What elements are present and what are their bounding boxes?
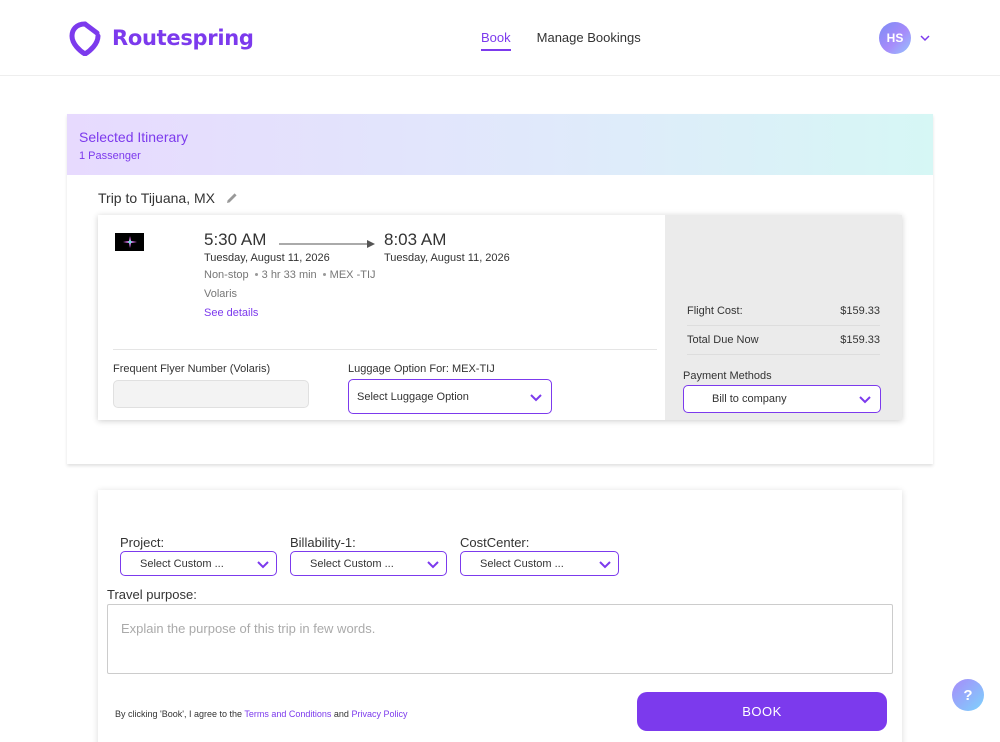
- chevron-down-icon: [599, 560, 611, 568]
- airline-logo-icon: [115, 233, 144, 251]
- terms-link[interactable]: Terms and Conditions: [244, 709, 331, 719]
- chevron-down-icon: [257, 560, 269, 568]
- flight-cost-row: Flight Cost: $159.33: [687, 297, 880, 326]
- flight-card: 5:30 AM Tuesday, August 11, 2026 8:03 AM…: [98, 215, 902, 420]
- depart-date: Tuesday, August 11, 2026: [204, 252, 330, 264]
- billability-select-value: Select Custom ...: [310, 557, 394, 570]
- total-due-row: Total Due Now $159.33: [687, 326, 880, 355]
- payment-method-select[interactable]: Bill to company: [683, 385, 881, 413]
- divider: [113, 349, 657, 350]
- costcenter-select-value: Select Custom ...: [480, 557, 564, 570]
- passenger-count: 1 Passenger: [79, 150, 141, 162]
- duration: 3 hr 33 min: [261, 269, 317, 281]
- flight-cost-label: Flight Cost:: [687, 305, 743, 317]
- airline-name: Volaris: [204, 288, 238, 300]
- total-due-value: $159.33: [840, 334, 880, 346]
- depart-time: 5:30 AM: [204, 230, 267, 249]
- flight-meta: Non-stop 3 hr 33 min MEX -TIJ: [204, 269, 376, 281]
- chevron-down-icon: [859, 396, 871, 404]
- flight-cost-value: $159.33: [840, 305, 880, 317]
- privacy-link[interactable]: Privacy Policy: [351, 709, 407, 719]
- booking-form-card: Project: Select Custom ... Billability-1…: [98, 490, 902, 742]
- luggage-select[interactable]: Select Luggage Option: [348, 379, 552, 414]
- chevron-down-icon: [920, 35, 930, 42]
- see-details-link[interactable]: See details: [204, 307, 258, 319]
- price-panel: Flight Cost: $159.33 Total Due Now $159.…: [665, 215, 902, 420]
- luggage-label: Luggage Option For: MEX-TIJ: [348, 363, 495, 375]
- stops: Non-stop: [204, 269, 249, 281]
- billability-select[interactable]: Select Custom ...: [290, 551, 447, 576]
- brand-logo[interactable]: Routespring: [68, 20, 254, 56]
- itinerary-header: Selected Itinerary 1 Passenger: [67, 114, 933, 175]
- brand-name: Routespring: [112, 26, 254, 50]
- chevron-down-icon: [427, 560, 439, 568]
- nav-book[interactable]: Book: [481, 30, 511, 51]
- user-menu[interactable]: HS: [879, 22, 931, 54]
- billability-label: Billability-1:: [290, 535, 356, 550]
- costcenter-select[interactable]: Select Custom ...: [460, 551, 619, 576]
- project-label: Project:: [120, 535, 165, 550]
- terms-prefix: By clicking 'Book', I agree to the: [115, 709, 243, 719]
- terms-text: By clicking 'Book', I agree to the Terms…: [115, 709, 407, 719]
- total-due-label: Total Due Now: [687, 334, 759, 346]
- help-icon[interactable]: ?: [952, 679, 984, 711]
- itinerary-card: Selected Itinerary 1 Passenger Trip to T…: [67, 114, 933, 464]
- costcenter-label: CostCenter:: [460, 535, 530, 550]
- payment-methods-label: Payment Methods: [683, 370, 772, 382]
- trip-title: Trip to Tijuana, MX: [98, 190, 239, 206]
- luggage-select-value: Select Luggage Option: [357, 390, 469, 403]
- trip-title-text: Trip to Tijuana, MX: [98, 190, 215, 206]
- chevron-down-icon: [530, 393, 542, 401]
- book-button[interactable]: BOOK: [637, 692, 887, 731]
- route: MEX -TIJ: [329, 269, 376, 281]
- arrive-date: Tuesday, August 11, 2026: [384, 252, 510, 264]
- payment-method-value: Bill to company: [712, 393, 787, 405]
- main-nav: Book Manage Bookings: [481, 30, 641, 51]
- arrive-time: 8:03 AM: [384, 230, 447, 249]
- itinerary-title: Selected Itinerary: [79, 129, 188, 145]
- frequent-flyer-input[interactable]: [113, 380, 309, 408]
- travel-purpose-textarea[interactable]: Explain the purpose of this trip in few …: [107, 604, 893, 674]
- project-select[interactable]: Select Custom ...: [120, 551, 277, 576]
- frequent-flyer-label: Frequent Flyer Number (Volaris): [113, 363, 271, 375]
- travel-purpose-label: Travel purpose:: [107, 587, 197, 602]
- avatar[interactable]: HS: [879, 22, 911, 54]
- terms-and: and: [333, 709, 349, 719]
- pencil-icon[interactable]: [225, 191, 239, 205]
- nav-manage-bookings[interactable]: Manage Bookings: [537, 30, 641, 51]
- top-header: Routespring Book Manage Bookings HS: [0, 0, 1000, 76]
- routespring-logo-icon: [69, 21, 101, 56]
- project-select-value: Select Custom ...: [140, 557, 224, 570]
- arrow-right-icon: [279, 240, 375, 248]
